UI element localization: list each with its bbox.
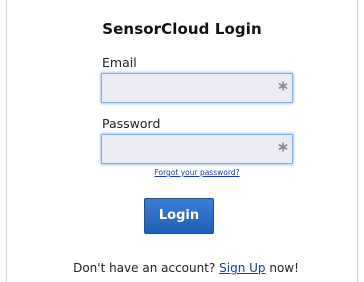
password-label: Password [102, 116, 161, 131]
signup-prefix-text: Don't have an account? [73, 261, 216, 275]
password-field-container[interactable] [101, 134, 293, 164]
login-button[interactable]: Login [144, 198, 214, 234]
email-label: Email [102, 55, 137, 70]
sign-up-link[interactable]: Sign Up [219, 261, 265, 275]
email-field-container[interactable] [101, 73, 293, 103]
page-title: SensorCloud Login [102, 20, 262, 38]
login-panel-right-border [357, 0, 358, 282]
login-panel-left-border [6, 0, 7, 282]
forgot-password-link[interactable]: Forgot your password? [0, 168, 364, 177]
signup-suffix-text: now! [269, 261, 299, 275]
signup-prompt: Don't have an account? Sign Up now! [0, 261, 364, 275]
password-field[interactable] [102, 135, 274, 163]
asterisk-icon [278, 142, 288, 152]
email-field[interactable] [102, 74, 274, 102]
asterisk-icon [278, 81, 288, 91]
